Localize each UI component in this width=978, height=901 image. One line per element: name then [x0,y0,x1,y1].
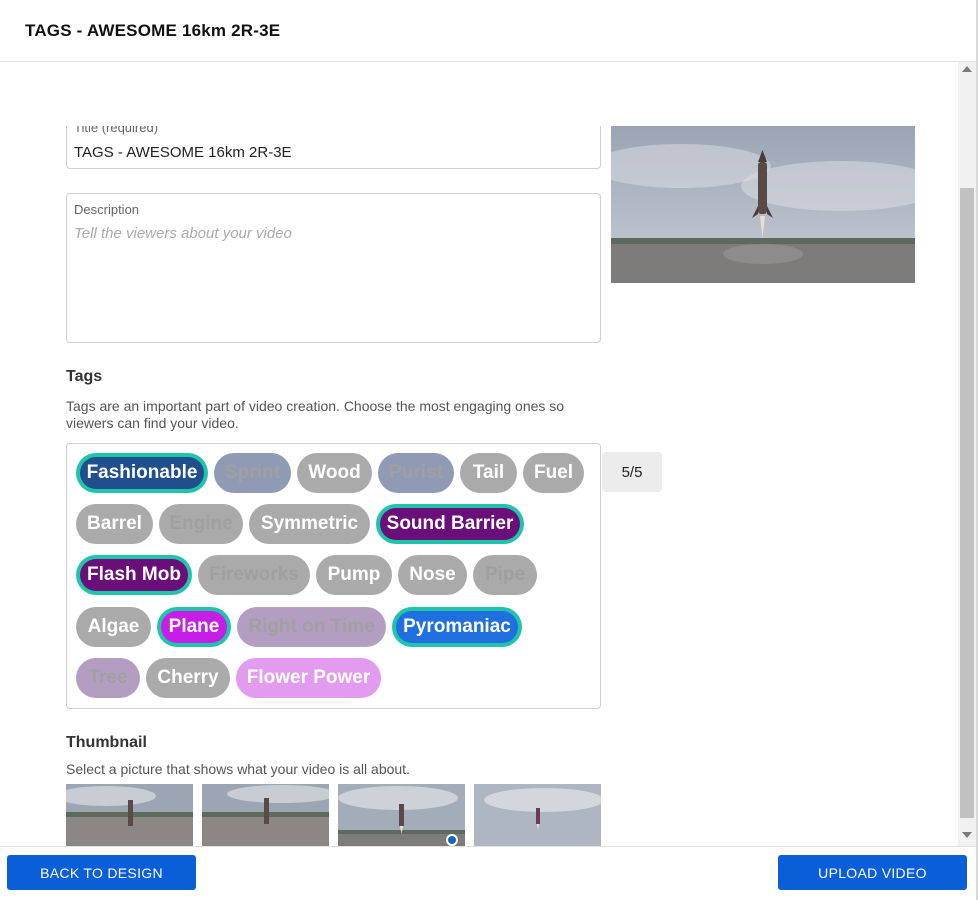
video-preview [611,126,915,283]
tag-fireworks[interactable]: Fireworks [198,555,310,595]
tag-purist[interactable]: Purist [378,453,454,493]
thumbnail-image-2 [202,784,329,846]
tags-help-line-1: Tags are an important part of video crea… [66,398,565,414]
tag-cherry[interactable]: Cherry [146,658,230,698]
tag-label: Sound Barrier [380,508,520,540]
tag-label: Fashionable [80,457,204,489]
tag-pyromaniac[interactable]: Pyromaniac [392,607,522,647]
upload-video-button[interactable]: UPLOAD VIDEO [778,855,967,890]
tag-label: Pyromaniac [396,611,518,643]
tag-label: Flash Mob [80,559,188,591]
tag-sound-barrier[interactable]: Sound Barrier [376,504,524,544]
scrollbar-thumb[interactable] [960,188,974,818]
thumbnail-help: Select a picture that shows what your vi… [66,761,410,777]
thumbnail-option-4[interactable] [474,784,601,846]
back-to-design-button[interactable]: BACK TO DESIGN [7,855,196,890]
tag-fuel[interactable]: Fuel [523,453,584,493]
tag-barrel[interactable]: Barrel [76,504,153,544]
form-scroll-area[interactable]: Title (required) TAGS - AWESOME 16km 2R-… [0,126,958,846]
dialog-title: TAGS - AWESOME 16km 2R-3E [25,21,281,40]
tags-help-line-2: viewers can find your video. [66,415,239,431]
tag-pipe[interactable]: Pipe [473,555,537,595]
thumbnail-image-1 [66,784,193,846]
tag-engine[interactable]: Engine [159,504,243,544]
tag-symmetric[interactable]: Symmetric [249,504,370,544]
tag-fashionable[interactable]: Fashionable [76,453,208,493]
description-placeholder[interactable]: Tell the viewers about your video [74,225,292,242]
thumbnail-image-4 [474,784,601,846]
tag-pump[interactable]: Pump [316,555,392,595]
tag-plane[interactable]: Plane [157,607,231,647]
title-field[interactable]: Title (required) TAGS - AWESOME 16km 2R-… [66,126,601,169]
tag-flash-mob[interactable]: Flash Mob [76,555,192,595]
thumbnail-heading: Thumbnail [66,734,147,751]
video-preview-image [611,126,915,283]
description-field[interactable]: Description Tell the viewers about your … [66,193,601,343]
scroll-up-arrow-icon[interactable] [962,66,972,72]
tag-flower-power[interactable]: Flower Power [236,658,381,698]
tag-tail[interactable]: Tail [460,453,517,493]
title-field-value[interactable]: TAGS - AWESOME 16km 2R-3E [74,144,292,161]
tag-sprint[interactable]: Sprint [214,453,291,493]
tags-heading: Tags [66,368,103,385]
title-field-label: Title (required) [74,126,159,135]
tag-label: Plane [161,611,227,643]
tag-nose[interactable]: Nose [398,555,467,595]
tag-right-on-time[interactable]: Right on Time [237,607,386,647]
tag-wood[interactable]: Wood [297,453,372,493]
dialog-header: TAGS - AWESOME 16km 2R-3E [0,0,976,62]
thumbnail-option-2[interactable] [202,784,329,846]
thumbnail-option-1[interactable] [66,784,193,846]
selected-thumbnail-radio[interactable] [446,834,458,846]
scroll-down-arrow-icon[interactable] [962,832,972,838]
description-field-label: Description [74,202,140,217]
tag-algae[interactable]: Algae [76,607,151,647]
tag-count-badge: 5/5 [602,452,662,492]
tag-tree[interactable]: Tree [76,658,140,698]
